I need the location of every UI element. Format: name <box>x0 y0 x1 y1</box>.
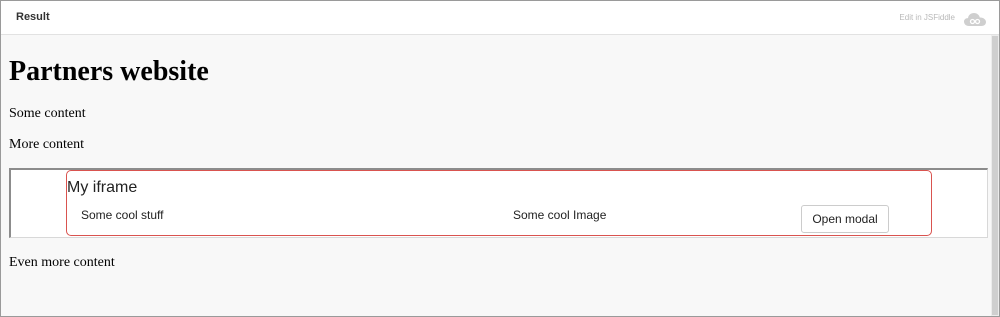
result-content: Partners website Some content More conte… <box>1 35 991 316</box>
page-title: Partners website <box>9 56 209 87</box>
cloud-icon[interactable] <box>963 11 987 27</box>
iframe-card: My iframe Some cool stuff Some cool Imag… <box>66 170 932 236</box>
paragraph-more-content: More content <box>9 137 85 152</box>
cool-stuff-cell: Some cool stuff <box>81 208 164 222</box>
embedded-iframe: My iframe Some cool stuff Some cool Imag… <box>9 168 988 238</box>
cool-image-cell: Some cool Image <box>513 208 607 222</box>
scrollbar-thumb[interactable] <box>992 36 998 315</box>
result-tab[interactable]: Result <box>16 11 50 23</box>
paragraph-even-more-content: Even more content <box>9 255 115 270</box>
iframe-title: My iframe <box>67 179 138 196</box>
result-toolbar: Result Edit in JSFiddle <box>1 1 999 35</box>
vertical-scrollbar[interactable] <box>991 35 999 316</box>
edit-in-jsfiddle-link[interactable]: Edit in JSFiddle <box>899 13 955 22</box>
open-modal-button[interactable]: Open modal <box>801 205 889 233</box>
paragraph-some-content: Some content <box>9 106 86 121</box>
